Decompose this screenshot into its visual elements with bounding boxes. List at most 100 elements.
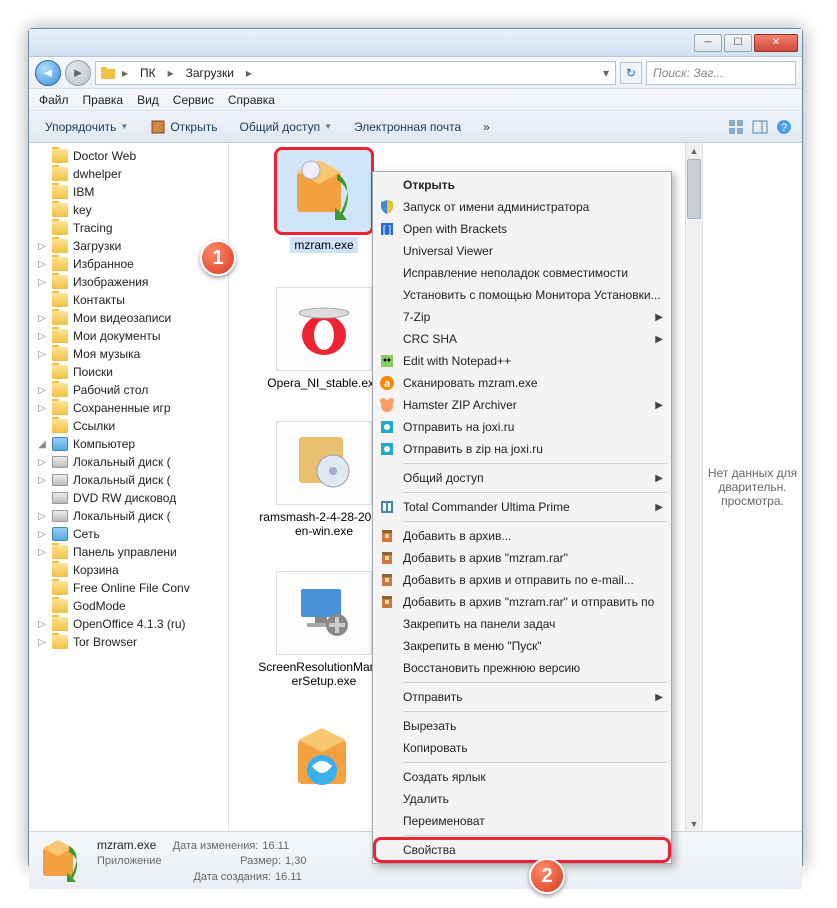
expand-icon[interactable]: ▷ (37, 637, 47, 648)
tree-item[interactable]: ▷Избранное (29, 255, 228, 273)
context-menu-item[interactable]: Запуск от имени администратора (375, 196, 669, 218)
tree-item[interactable]: ▷OpenOffice 4.1.3 (ru) (29, 615, 228, 633)
context-menu-item[interactable]: 7-Zip▶ (375, 306, 669, 328)
expand-icon[interactable]: ▷ (37, 349, 47, 360)
expand-icon[interactable]: ▷ (37, 259, 47, 270)
tree-item[interactable]: Корзина (29, 561, 228, 579)
context-menu-item[interactable]: Добавить в архив "mzram.rar" (375, 547, 669, 569)
tree-item[interactable]: GodMode (29, 597, 228, 615)
email-button[interactable]: Электронная почта (348, 117, 467, 137)
tree-item[interactable]: ▷Локальный диск ( (29, 471, 228, 489)
tree-item[interactable]: ▷Локальный диск ( (29, 453, 228, 471)
expand-icon[interactable]: ▷ (37, 277, 47, 288)
crumb-downloads[interactable]: Загрузки (180, 66, 240, 80)
tree-item[interactable]: ▷Сохраненные игр (29, 399, 228, 417)
context-menu-item[interactable]: aСканировать mzram.exe (375, 372, 669, 394)
expand-icon[interactable]: ▷ (37, 385, 47, 396)
context-menu-item[interactable]: Отправить▶ (375, 686, 669, 708)
share-button[interactable]: Общий доступ▼ (233, 117, 338, 137)
tree-item[interactable]: Free Online File Conv (29, 579, 228, 597)
context-menu-item[interactable]: CRC SHA▶ (375, 328, 669, 350)
context-menu-item[interactable]: Отправить в zip на joxi.ru (375, 438, 669, 460)
tree-item[interactable]: ▷Панель управлени (29, 543, 228, 561)
tree-item[interactable]: ▷Мои видеозаписи (29, 309, 228, 327)
tree-item[interactable]: ▷Изображения (29, 273, 228, 291)
organize-button[interactable]: Упорядочить▼ (39, 117, 134, 137)
context-menu-item[interactable]: Свойства (375, 839, 669, 861)
tree-item[interactable]: key (29, 201, 228, 219)
tree-item[interactable]: Поиски (29, 363, 228, 381)
context-menu-item[interactable]: Отправить на joxi.ru (375, 416, 669, 438)
toolbar-more[interactable]: » (477, 117, 496, 137)
tree-item[interactable]: ▷Локальный диск ( (29, 507, 228, 525)
context-menu-item[interactable]: Переименоват (375, 810, 669, 832)
expand-icon[interactable]: ▷ (37, 511, 47, 522)
context-menu-item[interactable]: Открыть (375, 174, 669, 196)
tree-item[interactable]: DVD RW дисковод (29, 489, 228, 507)
context-menu-item[interactable]: Закрепить на панели задач (375, 613, 669, 635)
vertical-scrollbar[interactable]: ▲ ▼ (685, 143, 702, 831)
expand-icon[interactable]: ◢ (37, 439, 47, 450)
context-menu-item[interactable]: Исправление неполадок совместимости (375, 262, 669, 284)
expand-icon[interactable]: ▷ (37, 547, 47, 558)
dropdown-icon[interactable]: ▾ (601, 66, 611, 80)
expand-icon[interactable]: ▷ (37, 241, 47, 252)
help-icon[interactable]: ? (776, 119, 792, 135)
maximize-button[interactable]: ☐ (724, 34, 752, 52)
context-menu-item[interactable]: [ ]Open with Brackets (375, 218, 669, 240)
context-menu-item[interactable]: Копировать (375, 737, 669, 759)
close-button[interactable]: ✕ (754, 34, 798, 52)
context-menu-item[interactable]: Восстановить прежнюю версию (375, 657, 669, 679)
open-button[interactable]: Открыть (144, 116, 223, 138)
scroll-down-icon[interactable]: ▼ (686, 816, 702, 831)
menu-file[interactable]: Файл (39, 93, 69, 107)
tree-item[interactable]: dwhelper (29, 165, 228, 183)
tree-item[interactable]: Tracing (29, 219, 228, 237)
view-options-icon[interactable] (728, 119, 744, 135)
menu-tools[interactable]: Сервис (173, 93, 214, 107)
context-menu-item[interactable]: Закрепить в меню "Пуск" (375, 635, 669, 657)
context-menu-item[interactable]: Добавить в архив... (375, 525, 669, 547)
nav-tree[interactable]: Doctor WebdwhelperIBMkeyTracing▷Загрузки… (29, 143, 229, 831)
breadcrumb-bar[interactable]: ▸ ПК ▸ Загрузки ▸ ▾ (95, 61, 616, 85)
tree-item[interactable]: ◢Компьютер (29, 435, 228, 453)
expand-icon[interactable]: ▷ (37, 619, 47, 630)
tree-item[interactable]: ▷Tor Browser (29, 633, 228, 651)
context-menu-item[interactable]: Hamster ZIP Archiver▶ (375, 394, 669, 416)
preview-pane-icon[interactable] (752, 119, 768, 135)
minimize-button[interactable]: ─ (694, 34, 722, 52)
search-input[interactable]: Поиск: Заг... (646, 61, 796, 85)
expand-icon[interactable]: ▷ (37, 457, 47, 468)
expand-icon[interactable]: ▷ (37, 331, 47, 342)
tree-item[interactable]: Ссылки (29, 417, 228, 435)
back-button[interactable]: ◄ (35, 60, 61, 86)
context-menu-item[interactable]: Edit with Notepad++ (375, 350, 669, 372)
tree-item[interactable]: Doctor Web (29, 147, 228, 165)
expand-icon[interactable]: ▷ (37, 529, 47, 540)
tree-item[interactable]: Контакты (29, 291, 228, 309)
menu-edit[interactable]: Правка (83, 93, 124, 107)
refresh-button[interactable]: ↻ (620, 62, 642, 84)
tree-item[interactable]: ▷Сеть (29, 525, 228, 543)
scroll-up-icon[interactable]: ▲ (686, 143, 702, 158)
menu-help[interactable]: Справка (228, 93, 275, 107)
tree-item[interactable]: ▷Рабочий стол (29, 381, 228, 399)
context-menu-item[interactable]: Установить с помощью Монитора Установки.… (375, 284, 669, 306)
tree-item[interactable]: ▷Моя музыка (29, 345, 228, 363)
expand-icon[interactable]: ▷ (37, 313, 47, 324)
tree-item[interactable]: ▷Мои документы (29, 327, 228, 345)
menu-view[interactable]: Вид (137, 93, 159, 107)
crumb-pc[interactable]: ПК (134, 66, 162, 80)
context-menu-item[interactable]: Добавить в архив "mzram.rar" и отправить… (375, 591, 669, 613)
scroll-thumb[interactable] (687, 159, 701, 219)
context-menu-item[interactable]: Удалить (375, 788, 669, 810)
tree-item[interactable]: ▷Загрузки (29, 237, 228, 255)
expand-icon[interactable]: ▷ (37, 475, 47, 486)
context-menu-item[interactable]: Общий доступ▶ (375, 467, 669, 489)
context-menu-item[interactable]: Добавить в архив и отправить по e-mail..… (375, 569, 669, 591)
context-menu-item[interactable]: Создать ярлык (375, 766, 669, 788)
context-menu-item[interactable]: Universal Viewer (375, 240, 669, 262)
expand-icon[interactable]: ▷ (37, 403, 47, 414)
context-menu-item[interactable]: Total Commander Ultima Prime▶ (375, 496, 669, 518)
forward-button[interactable]: ► (65, 60, 91, 86)
